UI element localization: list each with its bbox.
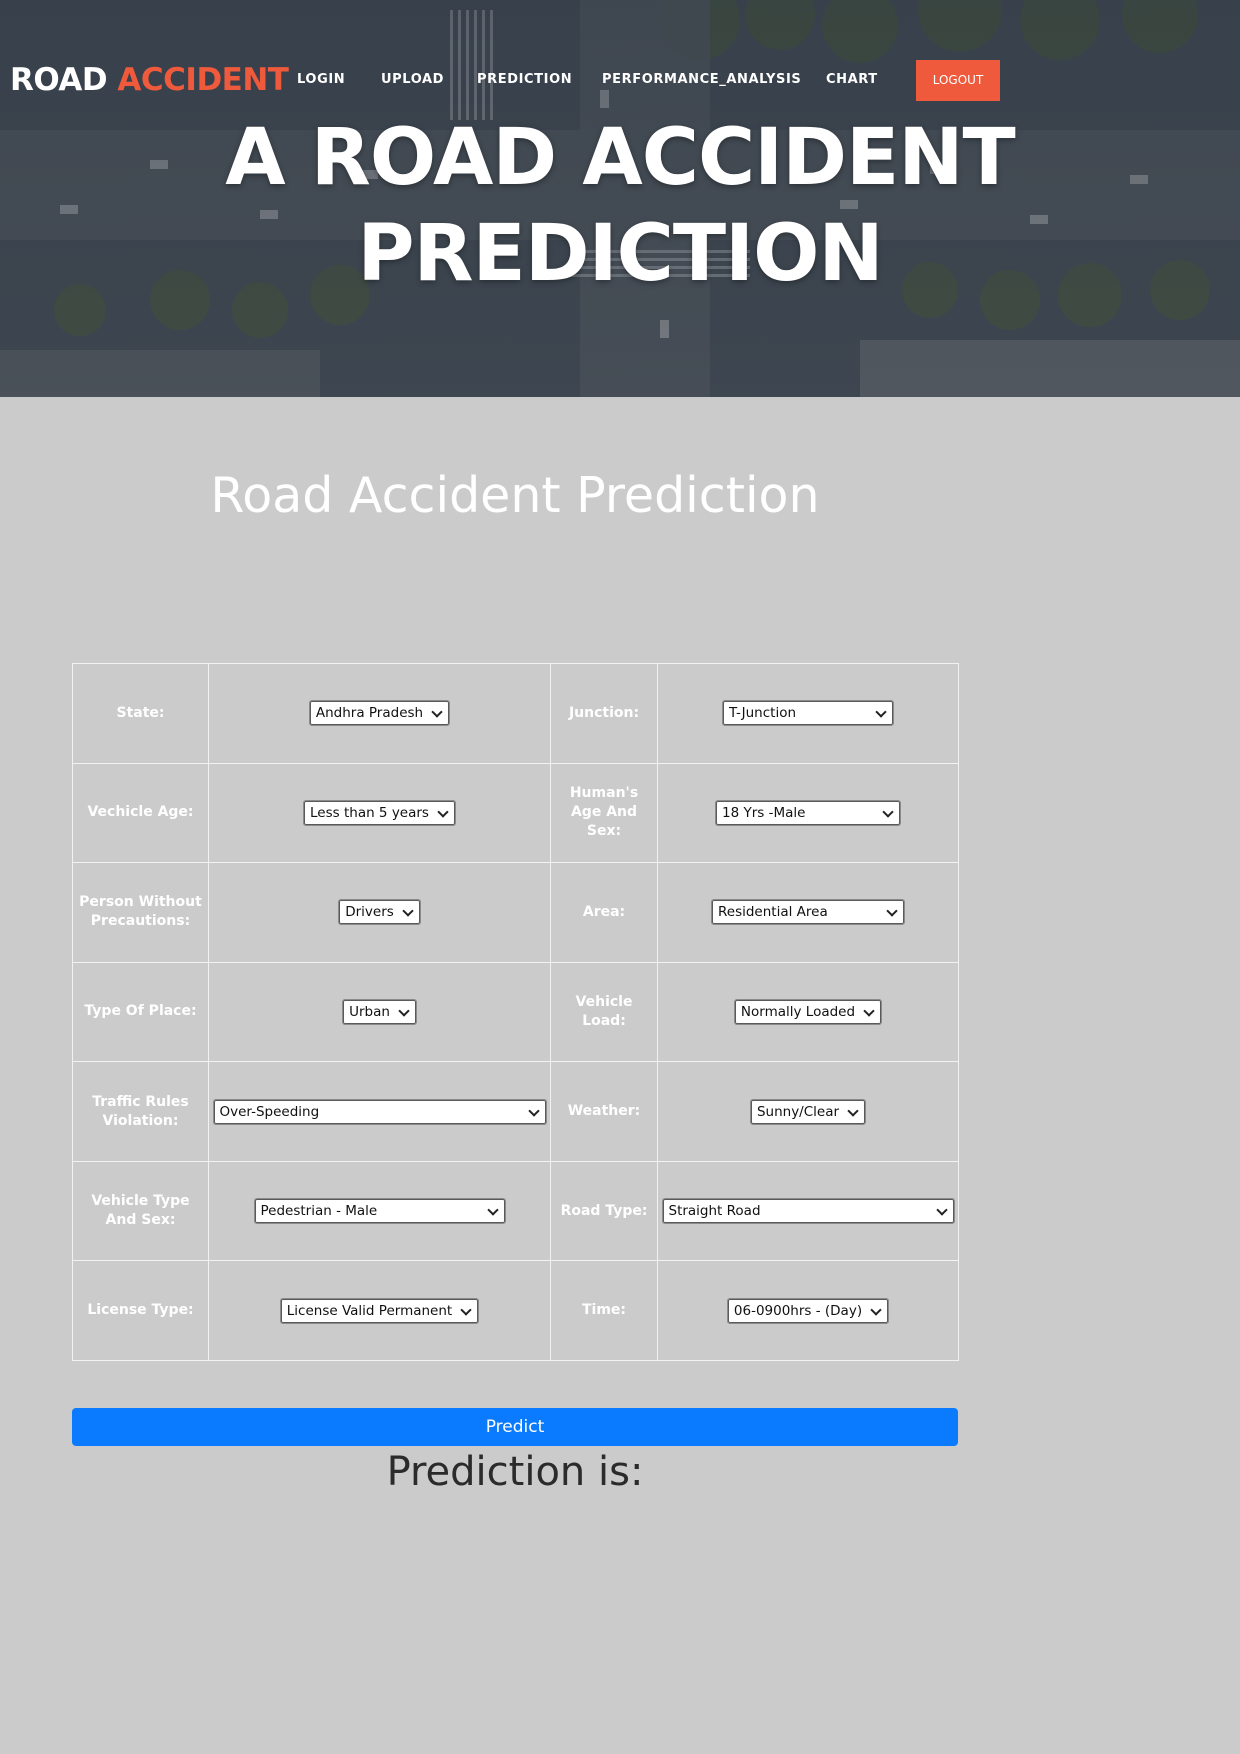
state-label: State: <box>72 663 209 764</box>
vehicle-type-sex-select[interactable]: Pedestrian - Male <box>253 1198 506 1225</box>
vehicle-age-label: Vechicle Age: <box>72 762 209 864</box>
chevron-down-icon <box>935 1204 948 1216</box>
vehicle-type-sex-label: Vehicle Type And Sex: <box>72 1160 209 1262</box>
time-select[interactable]: 06-0900hrs - (Day) <box>726 1297 890 1324</box>
state-select[interactable]: Andhra Pradesh <box>308 700 451 727</box>
chevron-down-icon <box>527 1104 540 1117</box>
road-type-label: Road Type: <box>550 1160 658 1262</box>
chevron-down-icon <box>431 706 443 718</box>
vehicle-load-label: Vehicle Load: <box>550 961 658 1063</box>
chevron-down-icon <box>886 905 898 918</box>
nav-upload[interactable]: UPLOAD <box>381 60 444 100</box>
predict-button[interactable]: Predict <box>72 1408 958 1446</box>
brand-word-road: ROAD <box>10 62 108 98</box>
chevron-down-icon <box>398 1005 410 1017</box>
hero-title-line1: A ROAD ACCIDENT <box>225 113 1015 203</box>
human-age-sex-select[interactable]: 18 Yrs -Male <box>715 799 901 826</box>
license-type-select[interactable]: License Valid Permanent <box>279 1297 480 1324</box>
chevron-down-icon <box>882 806 894 818</box>
vehicle-load-select[interactable]: Normally Loaded <box>733 998 883 1025</box>
nav-prediction[interactable]: PREDICTION <box>477 60 572 100</box>
hero-title-line2: PREDICTION <box>357 209 883 299</box>
prediction-form-table: State: Andhra Pradesh Junction: T-Juncti… <box>72 663 959 1361</box>
chevron-down-icon <box>863 1005 875 1017</box>
chevron-down-icon <box>437 806 449 818</box>
chevron-down-icon <box>460 1304 472 1316</box>
form-row: State: Andhra Pradesh Junction: T-Juncti… <box>72 663 959 764</box>
type-of-place-label: Type Of Place: <box>72 961 209 1063</box>
chevron-down-icon <box>847 1104 859 1117</box>
form-row: Type Of Place: Urban Vehicle Load: Norma… <box>72 961 959 1063</box>
brand-logo[interactable]: ROAD ACCIDENT <box>10 60 289 100</box>
logout-button[interactable]: LOGOUT <box>916 60 1000 101</box>
form-row: Person Without Precautions: Drivers Area… <box>72 862 959 963</box>
form-row: Vehicle Type And Sex: Pedestrian - Male … <box>72 1160 959 1262</box>
hero-title: A ROAD ACCIDENT PREDICTION <box>0 110 1240 302</box>
brand-word-accident: ACCIDENT <box>117 62 289 98</box>
type-of-place-select[interactable]: Urban <box>342 998 417 1025</box>
junction-label: Junction: <box>550 663 658 764</box>
license-type-label: License Type: <box>72 1260 209 1361</box>
prediction-result-label: Prediction is: <box>386 1449 644 1495</box>
area-select[interactable]: Residential Area <box>711 899 905 926</box>
form-row: License Type: License Valid Permanent Ti… <box>72 1260 959 1361</box>
weather-label: Weather: <box>550 1061 658 1162</box>
area-label: Area: <box>550 862 658 963</box>
person-without-precautions-label: Person Without Precautions: <box>72 862 209 963</box>
weather-select[interactable]: Sunny/Clear <box>749 1098 867 1125</box>
road-type-select[interactable]: Straight Road <box>661 1198 955 1225</box>
form-row: Vechicle Age: Less than 5 years Human's … <box>72 762 959 864</box>
form-row: Traffic Rules Violation: Over-Speeding W… <box>72 1061 959 1162</box>
traffic-rules-violation-select[interactable]: Over-Speeding <box>212 1098 547 1125</box>
chevron-down-icon <box>486 1204 499 1216</box>
vehicle-age-select[interactable]: Less than 5 years <box>303 799 456 826</box>
time-label: Time: <box>550 1260 658 1361</box>
nav-login[interactable]: LOGIN <box>297 60 345 100</box>
section-title: Road Accident Prediction <box>210 467 820 524</box>
human-age-sex-label: Human's Age And Sex: <box>550 762 658 864</box>
person-without-precautions-select[interactable]: Drivers <box>338 899 421 926</box>
chevron-down-icon <box>875 706 887 718</box>
nav-performance-analysis[interactable]: PERFORMANCE_ANALYSIS <box>602 60 801 100</box>
chevron-down-icon <box>402 905 414 918</box>
traffic-rules-violation-label: Traffic Rules Violation: <box>72 1061 209 1162</box>
nav-chart[interactable]: CHART <box>826 60 878 100</box>
junction-select[interactable]: T-Junction <box>722 700 894 727</box>
chevron-down-icon <box>870 1304 882 1316</box>
